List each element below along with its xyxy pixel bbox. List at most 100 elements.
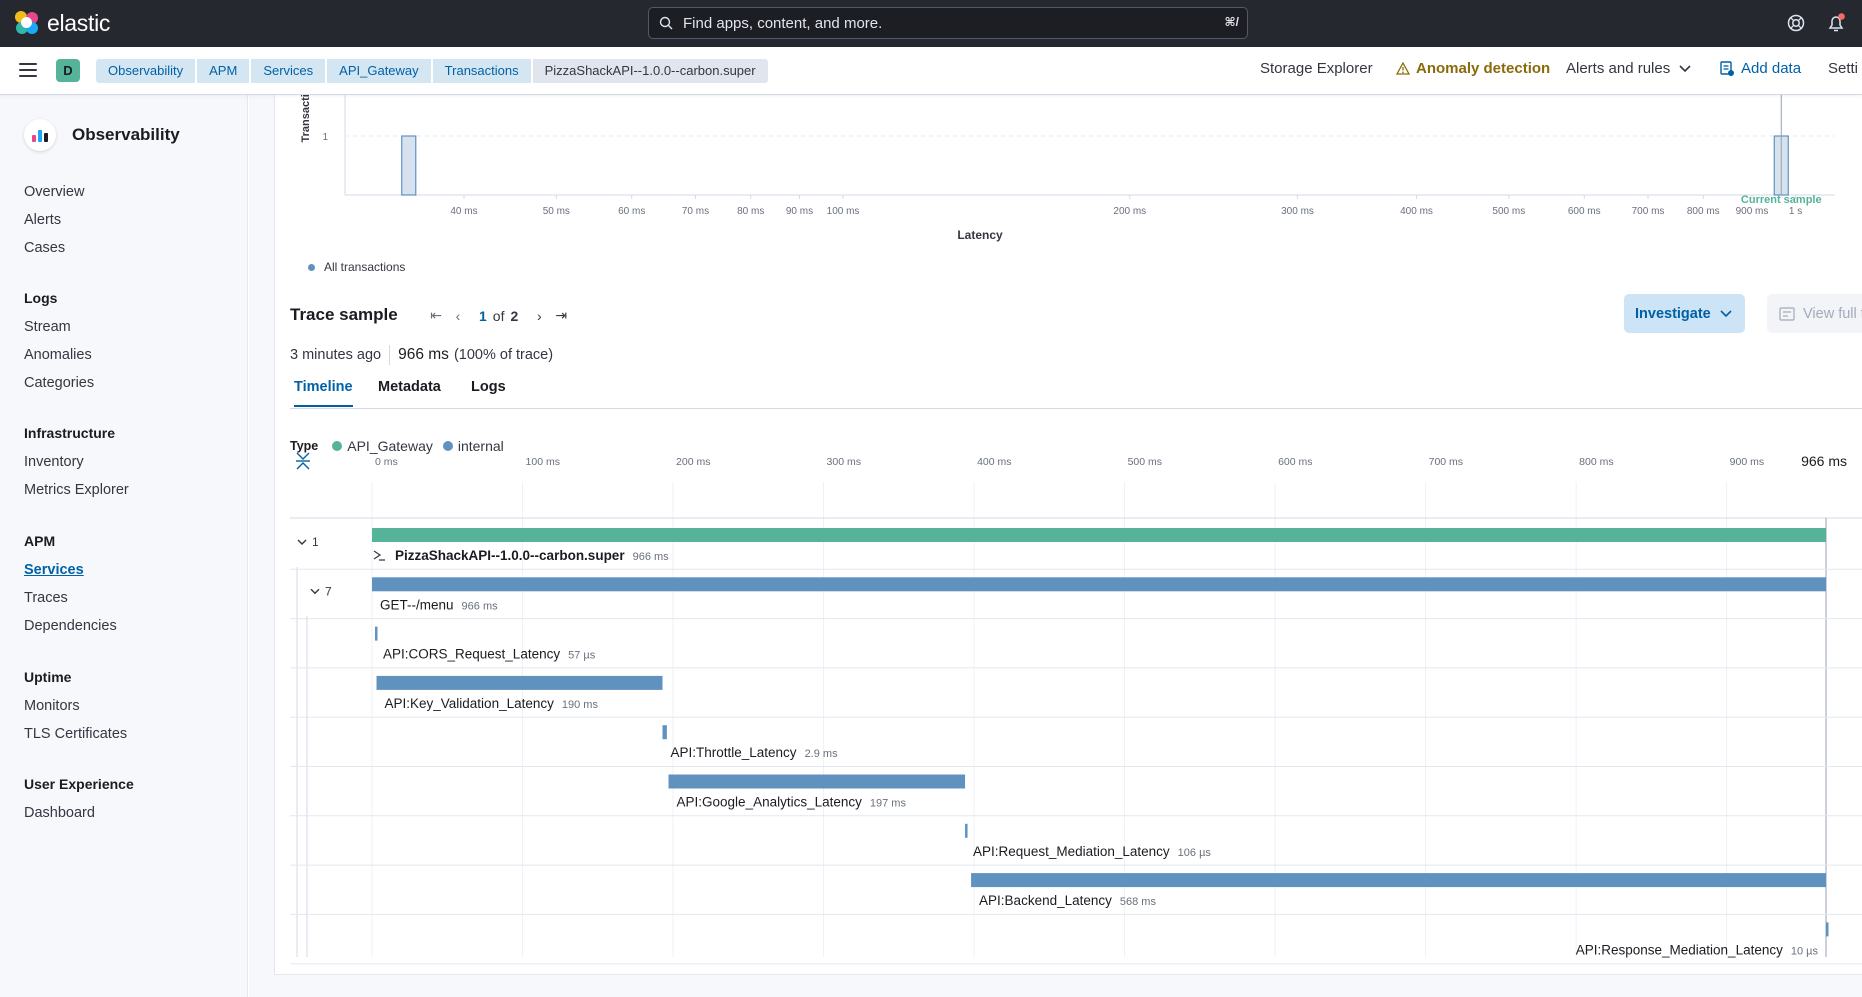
sidebar-item-alerts[interactable]: Alerts: [24, 212, 61, 228]
timeline-tick-label: 500 ms: [1128, 456, 1162, 468]
span-duration: 197 ms: [870, 798, 907, 810]
search-placeholder: Find apps, content, and more.: [683, 14, 883, 32]
warning-icon: [1396, 62, 1410, 75]
span-name[interactable]: API:Key_Validation_Latency: [385, 696, 555, 711]
anomaly-detection-label: Anomaly detection: [1416, 60, 1551, 77]
span-name[interactable]: API:Throttle_Latency: [670, 745, 796, 760]
breadcrumb-observability[interactable]: Observability: [96, 59, 196, 83]
child-count: 1: [312, 535, 319, 549]
sidebar-item-cases[interactable]: Cases: [24, 240, 65, 256]
timeline-tick-label: 600 ms: [1278, 456, 1312, 468]
timeline-tick-label: 900 ms: [1730, 456, 1764, 468]
main-content: 1 Transactio 40 ms 50 ms 60 ms 70 ms 80 ms 90 m…: [249, 95, 1862, 997]
span-bar[interactable]: [372, 528, 1826, 542]
transaction-panel: 1 Transactio 40 ms 50 ms 60 ms 70 ms 80 ms 90 m…: [274, 95, 1862, 975]
span-name[interactable]: PizzaShackAPI--1.0.0--carbon.super: [395, 548, 625, 563]
nav-title-label: Observability: [72, 125, 180, 144]
span-name[interactable]: GET--/menu: [380, 597, 454, 612]
chevron-down-icon: [1679, 64, 1691, 72]
notifications-icon[interactable]: [1826, 13, 1846, 33]
global-search-input[interactable]: Find apps, content, and more. ⌘/: [648, 7, 1248, 39]
chevron-down-icon[interactable]: [297, 539, 307, 545]
breadcrumb-transactions[interactable]: Transactions: [432, 59, 531, 83]
timeline-tick-label: 0 ms: [375, 456, 398, 468]
space-avatar[interactable]: D: [56, 59, 80, 82]
nav-title: Observability: [24, 119, 180, 151]
span-name[interactable]: API:Google_Analytics_Latency: [677, 795, 863, 810]
chevron-down-icon[interactable]: [310, 588, 320, 595]
nav-group-user-experience: User Experience: [24, 776, 134, 792]
waterfall-row-pizzashackapi-1-0-0-carbon-super[interactable]: 1 PizzaShackAPI--1.0.0--carbon.super 966 m…: [290, 528, 1862, 570]
elastic-logo[interactable]: elastic: [15, 10, 110, 36]
span-bar[interactable]: [1826, 922, 1829, 937]
timeline-tick-label: 300 ms: [827, 456, 861, 468]
brand-name: elastic: [47, 9, 111, 36]
side-navigation: Observability Overview Alerts Cases Logs…: [0, 95, 248, 997]
breadcrumb-api-gateway[interactable]: API_Gateway: [327, 59, 431, 83]
waterfall-row-api-throttle-latency[interactable]: API:Throttle_Latency 2.9 ms: [290, 725, 1862, 767]
span-name[interactable]: API:Backend_Latency: [979, 893, 1112, 908]
timeline-tick-label: 200 ms: [676, 456, 710, 468]
span-bar[interactable]: [372, 577, 1826, 592]
span-duration: 966 ms: [462, 600, 499, 612]
nav-group-uptime: Uptime: [24, 669, 72, 685]
waterfall-row-get-menu[interactable]: 7 GET--/menu 966 ms: [290, 577, 1862, 620]
span-duration: 10 µs: [1791, 945, 1819, 957]
alerts-and-rules-menu[interactable]: Alerts and rules: [1566, 60, 1691, 77]
sidebar-item-anomalies[interactable]: Anomalies: [24, 347, 92, 363]
timeline-end-label: 966 ms: [1801, 453, 1847, 469]
span-name[interactable]: API:Response_Mediation_Latency: [1576, 942, 1783, 957]
add-data-link[interactable]: Add data: [1720, 60, 1801, 77]
waterfall-row-api-key-validation-latency[interactable]: API:Key_Validation_Latency 190 ms: [290, 675, 1862, 718]
span-duration: 106 µs: [1178, 847, 1212, 859]
anomaly-detection-link[interactable]: Anomaly detection: [1396, 60, 1550, 77]
sidebar-item-tls-certificates[interactable]: TLS Certificates: [24, 726, 127, 742]
span-bar[interactable]: [662, 725, 667, 740]
span-name[interactable]: API:Request_Mediation_Latency: [973, 844, 1170, 859]
span-duration: 2.9 ms: [805, 748, 839, 760]
nav-group-apm: APM: [24, 533, 56, 549]
span-bar[interactable]: [375, 626, 378, 641]
nav-group-infrastructure: Infrastructure: [24, 425, 116, 441]
breadcrumb: Observability APM Services API_Gateway T…: [96, 59, 770, 83]
breadcrumb-services[interactable]: Services: [251, 59, 326, 83]
storage-explorer-link[interactable]: Storage Explorer: [1260, 60, 1373, 77]
span-name[interactable]: API:CORS_Request_Latency: [383, 647, 560, 662]
span-bar[interactable]: [668, 774, 966, 789]
add-data-label: Add data: [1741, 60, 1802, 77]
waterfall-row-api-cors-request-latency[interactable]: API:CORS_Request_Latency 57 µs: [290, 626, 1862, 669]
nav-group-logs: Logs: [24, 290, 58, 306]
sidebar-item-overview[interactable]: Overview: [24, 184, 84, 200]
span-bar[interactable]: [376, 675, 663, 690]
waterfall-row-api-backend-latency[interactable]: API:Backend_Latency 568 ms: [290, 873, 1862, 915]
sidebar-item-metrics-explorer[interactable]: Metrics Explorer: [24, 482, 129, 498]
sidebar-item-dependencies[interactable]: Dependencies: [24, 618, 117, 634]
sidebar-item-inventory[interactable]: Inventory: [24, 454, 84, 470]
sidebar-item-monitors[interactable]: Monitors: [24, 698, 80, 714]
add-data-icon: [1720, 61, 1734, 76]
waterfall-row-api-request-mediation-latency[interactable]: API:Request_Mediation_Latency 106 µs: [290, 823, 1862, 866]
elastic-logo-icon: [15, 11, 39, 35]
menu-toggle-icon[interactable]: [19, 63, 37, 77]
breadcrumb-current-transaction: PizzaShackAPI--1.0.0--carbon.super: [532, 59, 768, 83]
child-count: 7: [325, 584, 332, 598]
waterfall-row-api-google-analytics-latency[interactable]: API:Google_Analytics_Latency 197 ms: [290, 774, 1862, 817]
sidebar-item-categories[interactable]: Categories: [24, 375, 94, 391]
breadcrumb-apm[interactable]: APM: [197, 59, 250, 83]
sidebar-item-dashboard[interactable]: Dashboard: [24, 805, 95, 821]
span-bar[interactable]: [965, 823, 968, 838]
sidebar-item-stream[interactable]: Stream: [24, 319, 71, 335]
settings-link[interactable]: Setti: [1828, 60, 1858, 77]
global-header: elastic Find apps, content, and more. ⌘/: [0, 0, 1862, 47]
span-duration: 966 ms: [633, 551, 670, 563]
sidebar-item-services[interactable]: Services: [24, 562, 84, 578]
help-icon[interactable]: [1786, 13, 1806, 33]
span-bar[interactable]: [971, 873, 1826, 888]
sidebar-item-traces[interactable]: Traces: [24, 590, 68, 606]
waterfall-row-api-response-mediation-latency[interactable]: 10 µs API:Response_Mediation_Latency: [290, 922, 1862, 965]
timeline-tick-label: 100 ms: [526, 456, 560, 468]
collapse-all-icon[interactable]: [296, 452, 310, 470]
search-icon: [659, 16, 673, 30]
span-duration: 57 µs: [568, 650, 596, 662]
span-duration: 190 ms: [562, 699, 599, 711]
